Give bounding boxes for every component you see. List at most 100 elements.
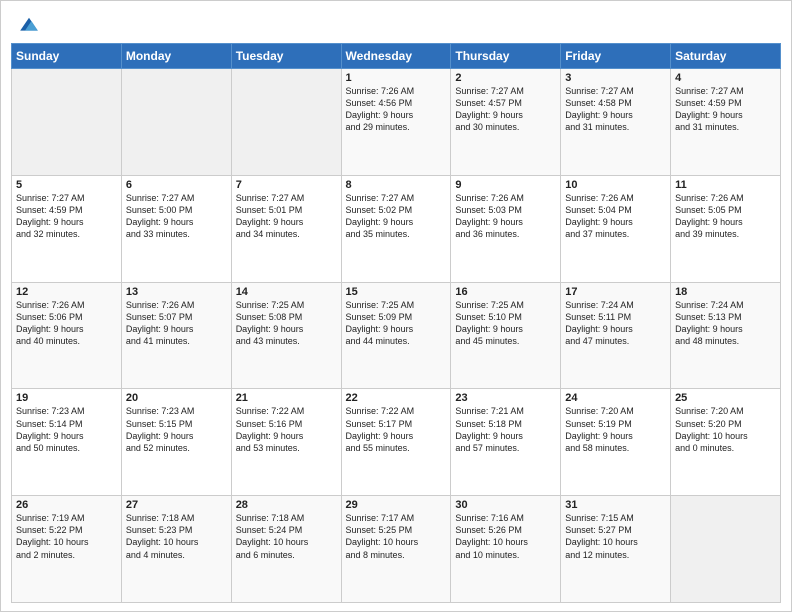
calendar-cell: 28Sunrise: 7:18 AM Sunset: 5:24 PM Dayli… bbox=[231, 496, 341, 603]
cell-content: Sunrise: 7:23 AM Sunset: 5:14 PM Dayligh… bbox=[16, 405, 117, 454]
day-number: 10 bbox=[565, 179, 666, 191]
column-header-saturday: Saturday bbox=[671, 44, 781, 69]
cell-content: Sunrise: 7:25 AM Sunset: 5:10 PM Dayligh… bbox=[455, 299, 556, 348]
calendar-wrapper: SundayMondayTuesdayWednesdayThursdayFrid… bbox=[1, 43, 791, 611]
header-row: SundayMondayTuesdayWednesdayThursdayFrid… bbox=[12, 44, 781, 69]
day-number: 22 bbox=[346, 392, 447, 404]
cell-content: Sunrise: 7:27 AM Sunset: 5:00 PM Dayligh… bbox=[126, 192, 227, 241]
day-number: 27 bbox=[126, 499, 227, 511]
day-number: 23 bbox=[455, 392, 556, 404]
calendar-cell: 6Sunrise: 7:27 AM Sunset: 5:00 PM Daylig… bbox=[121, 175, 231, 282]
day-number: 2 bbox=[455, 72, 556, 84]
day-number: 18 bbox=[675, 286, 776, 298]
cell-content: Sunrise: 7:15 AM Sunset: 5:27 PM Dayligh… bbox=[565, 512, 666, 561]
calendar-page: SundayMondayTuesdayWednesdayThursdayFrid… bbox=[0, 0, 792, 612]
logo bbox=[17, 11, 45, 37]
column-header-monday: Monday bbox=[121, 44, 231, 69]
day-number: 29 bbox=[346, 499, 447, 511]
calendar-cell: 2Sunrise: 7:27 AM Sunset: 4:57 PM Daylig… bbox=[451, 69, 561, 176]
column-header-friday: Friday bbox=[561, 44, 671, 69]
column-header-tuesday: Tuesday bbox=[231, 44, 341, 69]
calendar-cell: 25Sunrise: 7:20 AM Sunset: 5:20 PM Dayli… bbox=[671, 389, 781, 496]
day-number: 15 bbox=[346, 286, 447, 298]
week-row-2: 5Sunrise: 7:27 AM Sunset: 4:59 PM Daylig… bbox=[12, 175, 781, 282]
day-number: 4 bbox=[675, 72, 776, 84]
day-number: 5 bbox=[16, 179, 117, 191]
calendar-cell: 31Sunrise: 7:15 AM Sunset: 5:27 PM Dayli… bbox=[561, 496, 671, 603]
day-number: 31 bbox=[565, 499, 666, 511]
cell-content: Sunrise: 7:26 AM Sunset: 5:04 PM Dayligh… bbox=[565, 192, 666, 241]
cell-content: Sunrise: 7:25 AM Sunset: 5:09 PM Dayligh… bbox=[346, 299, 447, 348]
cell-content: Sunrise: 7:22 AM Sunset: 5:16 PM Dayligh… bbox=[236, 405, 337, 454]
calendar-cell: 10Sunrise: 7:26 AM Sunset: 5:04 PM Dayli… bbox=[561, 175, 671, 282]
calendar-cell: 19Sunrise: 7:23 AM Sunset: 5:14 PM Dayli… bbox=[12, 389, 122, 496]
day-number: 12 bbox=[16, 286, 117, 298]
cell-content: Sunrise: 7:20 AM Sunset: 5:19 PM Dayligh… bbox=[565, 405, 666, 454]
calendar-cell: 22Sunrise: 7:22 AM Sunset: 5:17 PM Dayli… bbox=[341, 389, 451, 496]
cell-content: Sunrise: 7:26 AM Sunset: 5:03 PM Dayligh… bbox=[455, 192, 556, 241]
cell-content: Sunrise: 7:27 AM Sunset: 4:58 PM Dayligh… bbox=[565, 85, 666, 134]
calendar-table: SundayMondayTuesdayWednesdayThursdayFrid… bbox=[11, 43, 781, 603]
calendar-cell: 17Sunrise: 7:24 AM Sunset: 5:11 PM Dayli… bbox=[561, 282, 671, 389]
calendar-cell: 21Sunrise: 7:22 AM Sunset: 5:16 PM Dayli… bbox=[231, 389, 341, 496]
cell-content: Sunrise: 7:22 AM Sunset: 5:17 PM Dayligh… bbox=[346, 405, 447, 454]
cell-content: Sunrise: 7:27 AM Sunset: 4:57 PM Dayligh… bbox=[455, 85, 556, 134]
cell-content: Sunrise: 7:24 AM Sunset: 5:13 PM Dayligh… bbox=[675, 299, 776, 348]
cell-content: Sunrise: 7:20 AM Sunset: 5:20 PM Dayligh… bbox=[675, 405, 776, 454]
cell-content: Sunrise: 7:19 AM Sunset: 5:22 PM Dayligh… bbox=[16, 512, 117, 561]
calendar-cell: 8Sunrise: 7:27 AM Sunset: 5:02 PM Daylig… bbox=[341, 175, 451, 282]
day-number: 28 bbox=[236, 499, 337, 511]
calendar-cell: 16Sunrise: 7:25 AM Sunset: 5:10 PM Dayli… bbox=[451, 282, 561, 389]
cell-content: Sunrise: 7:27 AM Sunset: 4:59 PM Dayligh… bbox=[675, 85, 776, 134]
day-number: 7 bbox=[236, 179, 337, 191]
calendar-cell: 26Sunrise: 7:19 AM Sunset: 5:22 PM Dayli… bbox=[12, 496, 122, 603]
calendar-cell bbox=[671, 496, 781, 603]
day-number: 16 bbox=[455, 286, 556, 298]
calendar-cell: 7Sunrise: 7:27 AM Sunset: 5:01 PM Daylig… bbox=[231, 175, 341, 282]
day-number: 13 bbox=[126, 286, 227, 298]
cell-content: Sunrise: 7:17 AM Sunset: 5:25 PM Dayligh… bbox=[346, 512, 447, 561]
day-number: 14 bbox=[236, 286, 337, 298]
cell-content: Sunrise: 7:27 AM Sunset: 5:02 PM Dayligh… bbox=[346, 192, 447, 241]
day-number: 25 bbox=[675, 392, 776, 404]
calendar-cell: 29Sunrise: 7:17 AM Sunset: 5:25 PM Dayli… bbox=[341, 496, 451, 603]
day-number: 30 bbox=[455, 499, 556, 511]
calendar-cell bbox=[12, 69, 122, 176]
day-number: 24 bbox=[565, 392, 666, 404]
week-row-4: 19Sunrise: 7:23 AM Sunset: 5:14 PM Dayli… bbox=[12, 389, 781, 496]
cell-content: Sunrise: 7:21 AM Sunset: 5:18 PM Dayligh… bbox=[455, 405, 556, 454]
calendar-cell: 1Sunrise: 7:26 AM Sunset: 4:56 PM Daylig… bbox=[341, 69, 451, 176]
week-row-1: 1Sunrise: 7:26 AM Sunset: 4:56 PM Daylig… bbox=[12, 69, 781, 176]
cell-content: Sunrise: 7:26 AM Sunset: 5:06 PM Dayligh… bbox=[16, 299, 117, 348]
calendar-cell: 24Sunrise: 7:20 AM Sunset: 5:19 PM Dayli… bbox=[561, 389, 671, 496]
cell-content: Sunrise: 7:26 AM Sunset: 5:05 PM Dayligh… bbox=[675, 192, 776, 241]
calendar-cell: 11Sunrise: 7:26 AM Sunset: 5:05 PM Dayli… bbox=[671, 175, 781, 282]
cell-content: Sunrise: 7:26 AM Sunset: 4:56 PM Dayligh… bbox=[346, 85, 447, 134]
calendar-cell: 15Sunrise: 7:25 AM Sunset: 5:09 PM Dayli… bbox=[341, 282, 451, 389]
cell-content: Sunrise: 7:18 AM Sunset: 5:23 PM Dayligh… bbox=[126, 512, 227, 561]
calendar-cell: 9Sunrise: 7:26 AM Sunset: 5:03 PM Daylig… bbox=[451, 175, 561, 282]
cell-content: Sunrise: 7:23 AM Sunset: 5:15 PM Dayligh… bbox=[126, 405, 227, 454]
calendar-cell bbox=[121, 69, 231, 176]
cell-content: Sunrise: 7:18 AM Sunset: 5:24 PM Dayligh… bbox=[236, 512, 337, 561]
column-header-thursday: Thursday bbox=[451, 44, 561, 69]
calendar-cell: 4Sunrise: 7:27 AM Sunset: 4:59 PM Daylig… bbox=[671, 69, 781, 176]
day-number: 11 bbox=[675, 179, 776, 191]
day-number: 3 bbox=[565, 72, 666, 84]
day-number: 19 bbox=[16, 392, 117, 404]
cell-content: Sunrise: 7:24 AM Sunset: 5:11 PM Dayligh… bbox=[565, 299, 666, 348]
day-number: 26 bbox=[16, 499, 117, 511]
day-number: 8 bbox=[346, 179, 447, 191]
calendar-cell: 3Sunrise: 7:27 AM Sunset: 4:58 PM Daylig… bbox=[561, 69, 671, 176]
day-number: 21 bbox=[236, 392, 337, 404]
week-row-5: 26Sunrise: 7:19 AM Sunset: 5:22 PM Dayli… bbox=[12, 496, 781, 603]
column-header-sunday: Sunday bbox=[12, 44, 122, 69]
day-number: 6 bbox=[126, 179, 227, 191]
calendar-cell: 23Sunrise: 7:21 AM Sunset: 5:18 PM Dayli… bbox=[451, 389, 561, 496]
calendar-cell bbox=[231, 69, 341, 176]
day-number: 1 bbox=[346, 72, 447, 84]
cell-content: Sunrise: 7:16 AM Sunset: 5:26 PM Dayligh… bbox=[455, 512, 556, 561]
week-row-3: 12Sunrise: 7:26 AM Sunset: 5:06 PM Dayli… bbox=[12, 282, 781, 389]
day-number: 20 bbox=[126, 392, 227, 404]
calendar-cell: 18Sunrise: 7:24 AM Sunset: 5:13 PM Dayli… bbox=[671, 282, 781, 389]
